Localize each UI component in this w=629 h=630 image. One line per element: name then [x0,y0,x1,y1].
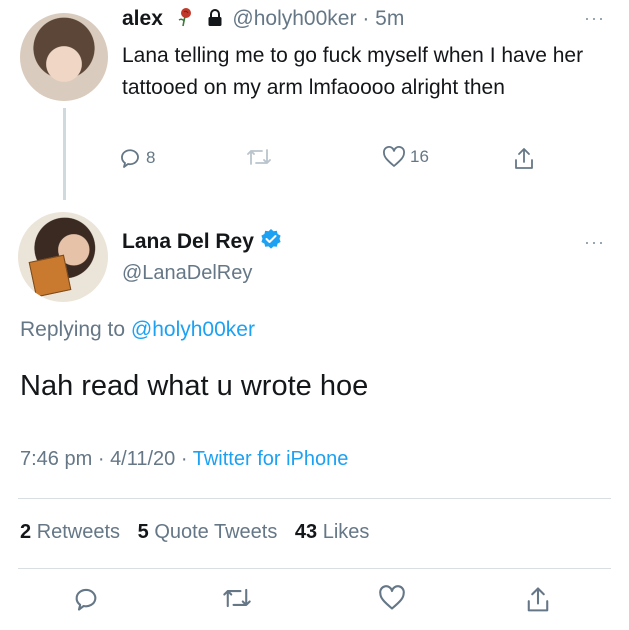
like-icon [378,585,406,611]
share-icon [524,585,552,615]
main-tweet-text: Nah read what u wrote hoe [20,370,369,402]
quotes-count: 5 [137,521,149,543]
lock-icon [207,9,223,33]
replying-handle-link[interactable]: @holyh00ker [131,318,255,341]
retweet-button[interactable] [246,146,272,168]
replying-to-line: Replying to @holyh00ker [20,318,255,342]
verified-badge-icon [254,228,282,256]
retweets-count: 2 [20,521,32,543]
reply-icon [72,585,100,613]
quotes-label: Quote Tweets [154,521,278,543]
share-icon [512,146,536,172]
like-count: 16 [410,147,429,166]
share-button[interactable] [512,146,536,172]
main-share-button[interactable] [524,585,552,615]
tweet-date[interactable]: 4/11/20 [110,448,175,470]
reply-tweet-text: Lana telling me to go fuck myself when I… [122,44,584,99]
retweets-label: Retweets [36,521,121,543]
likes-label: Likes [322,521,370,543]
reply-icon [118,146,142,170]
reply-tweet-header: alex @holyh00ker · 5m [122,6,404,34]
retweets-stat[interactable]: 2 Retweets [20,521,120,543]
tweet-time[interactable]: 7:46 pm [20,448,92,470]
more-options-icon[interactable]: ··· [584,8,605,29]
thread-line [63,108,66,200]
retweet-icon [246,146,272,168]
like-button[interactable]: 16 [382,146,429,168]
quote-tweets-stat[interactable]: 5 Quote Tweets [138,521,278,543]
divider [18,568,611,569]
reply-timestamp[interactable]: 5m [375,7,404,30]
meta-separator: · [180,448,188,470]
retweet-icon [222,585,252,611]
avatar-lana-del-rey[interactable] [18,212,108,302]
main-more-options-icon[interactable]: ··· [584,232,605,253]
engagement-stats: 2 Retweets 5 Quote Tweets 43 Likes [20,521,381,544]
main-author-row: Lana Del Rey [122,228,282,256]
likes-stat[interactable]: 43 Likes [295,521,370,543]
reply-author-name[interactable]: alex [122,7,163,30]
tweet-source-link[interactable]: Twitter for iPhone [193,448,349,470]
reply-author-handle[interactable]: @holyh00ker [232,7,356,30]
tweet-meta: 7:46 pm · 4/11/20 · Twitter for iPhone [20,448,348,471]
reply-count: 8 [146,148,156,167]
reply-button[interactable]: 8 [118,146,155,170]
avatar-book-detail [28,254,72,298]
main-author-name[interactable]: Lana Del Rey [122,230,254,254]
reply-tweet-actions: 8 16 [118,146,548,180]
like-icon [382,146,406,168]
main-author-handle[interactable]: @LanaDelRey [122,262,252,285]
main-like-button[interactable] [378,585,406,611]
main-retweet-button[interactable] [222,585,252,611]
separator-dot: · [362,7,370,30]
avatar-alex[interactable] [20,13,108,101]
divider [18,498,611,499]
main-tweet-actions [60,585,580,621]
main-reply-button[interactable] [72,585,100,613]
rose-icon [173,6,195,34]
meta-separator: · [97,448,105,470]
likes-count: 43 [294,521,318,543]
replying-label: Replying to [20,318,126,341]
